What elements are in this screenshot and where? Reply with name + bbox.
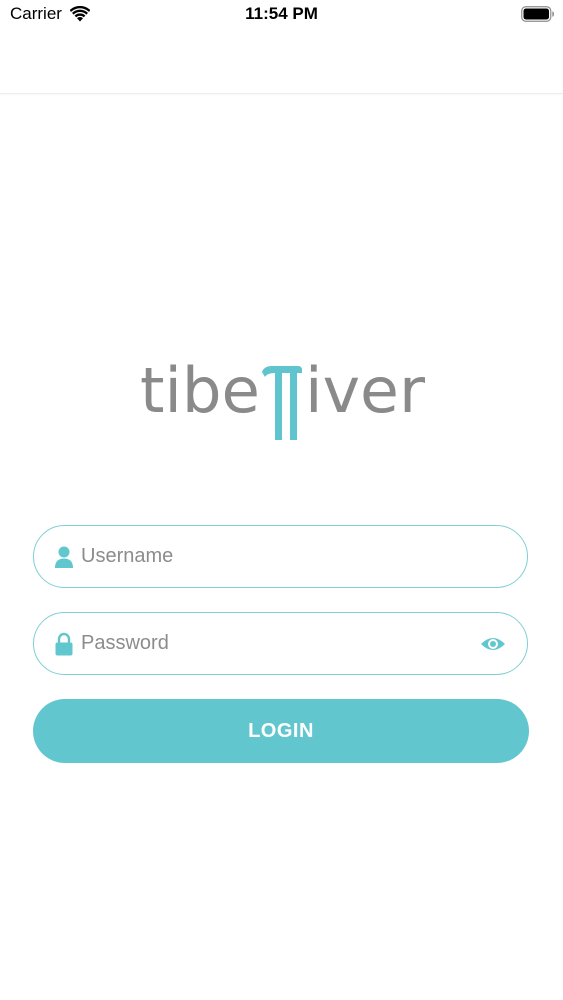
status-time: 11:54 PM xyxy=(245,4,318,23)
password-input[interactable] xyxy=(81,613,471,674)
battery-icon xyxy=(521,6,554,22)
svg-text:tibe: tibe xyxy=(140,354,260,427)
login-button[interactable]: LOGIN xyxy=(33,699,529,763)
svg-text:iver: iver xyxy=(305,354,426,427)
lock-icon xyxy=(55,632,73,656)
username-field[interactable] xyxy=(33,525,528,588)
status-bar: Carrier 11:54 PM xyxy=(0,0,563,30)
user-icon xyxy=(55,546,73,568)
navigation-bar xyxy=(0,30,563,94)
password-field[interactable] xyxy=(33,612,528,675)
tiberriver-logo: tibe iver xyxy=(140,354,426,440)
username-input[interactable] xyxy=(81,526,471,587)
eye-icon[interactable] xyxy=(480,634,506,654)
